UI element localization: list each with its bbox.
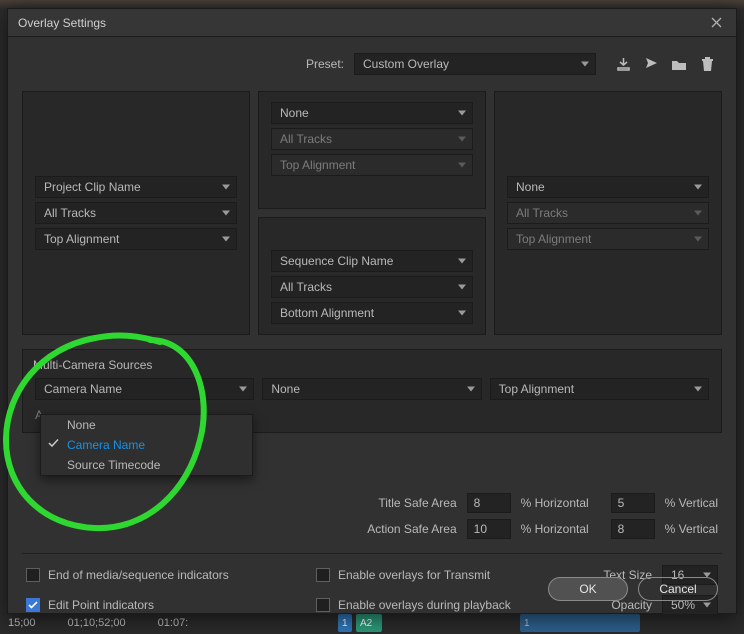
close-icon — [711, 17, 722, 28]
import-preset-button[interactable] — [614, 56, 632, 72]
backdrop-time-b: 01;10;52;00 — [68, 617, 126, 629]
left-mode-select[interactable]: Project Clip Name — [35, 176, 237, 198]
pct-horizontal-label: % Horizontal — [521, 496, 601, 510]
backdrop-chip-a2: A2 — [356, 614, 382, 632]
topcenter-mode-value: None — [280, 106, 309, 120]
title-safe-v-input[interactable]: 5 — [611, 493, 655, 513]
topcenter-align-select: Top Alignment — [271, 154, 473, 176]
send-icon — [644, 57, 659, 71]
botcenter-align-value: Bottom Alignment — [280, 306, 374, 320]
action-safe-v-input[interactable]: 8 — [611, 519, 655, 539]
preset-value: Custom Overlay — [363, 57, 449, 71]
dropdown-option-none-label: None — [67, 418, 96, 432]
title-safe-h-input[interactable]: 8 — [467, 493, 511, 513]
topcenter-tracks-select: All Tracks — [271, 128, 473, 150]
end-of-media-checkbox[interactable]: End of media/sequence indicators — [26, 565, 316, 585]
topcenter-tracks-value: All Tracks — [280, 132, 332, 146]
multicam-source-dropdown[interactable]: None Camera Name Source Timecode — [40, 414, 253, 476]
right-mode-select[interactable]: None — [507, 176, 709, 198]
overlay-panel-bottom-center: Sequence Clip Name All Tracks Bottom Ali… — [258, 217, 486, 335]
dropdown-option-camera-name-label: Camera Name — [67, 438, 145, 452]
botcenter-mode-value: Sequence Clip Name — [280, 254, 393, 268]
titlebar: Overlay Settings — [8, 9, 736, 37]
divider — [22, 553, 722, 554]
left-align-value: Top Alignment — [44, 232, 119, 246]
right-align-select: Top Alignment — [507, 228, 709, 250]
topcenter-mode-select[interactable]: None — [271, 102, 473, 124]
end-of-media-label: End of media/sequence indicators — [48, 568, 229, 582]
action-safe-label: Action Safe Area — [361, 522, 457, 536]
overlay-settings-dialog: Overlay Settings Preset: Custom Overlay — [7, 8, 737, 614]
dropdown-option-source-timecode[interactable]: Source Timecode — [41, 455, 252, 475]
dropdown-option-camera-name[interactable]: Camera Name — [41, 435, 252, 455]
pct-horizontal-label-2: % Horizontal — [521, 522, 601, 536]
multicam-source-select[interactable]: Camera Name — [35, 378, 254, 400]
overlay-panel-top-center: None All Tracks Top Alignment — [258, 91, 486, 209]
left-tracks-value: All Tracks — [44, 206, 96, 220]
left-align-select[interactable]: Top Alignment — [35, 228, 237, 250]
backdrop-time-a: 15;00 — [8, 617, 36, 629]
multicam-align-select[interactable]: Top Alignment — [490, 378, 709, 400]
backdrop-chip-2: 1 — [520, 614, 640, 632]
edit-point-checkbox[interactable]: Edit Point indicators — [26, 595, 316, 615]
pct-vertical-label-2: % Vertical — [665, 522, 718, 536]
left-tracks-select[interactable]: All Tracks — [35, 202, 237, 224]
check-icon — [48, 438, 59, 452]
new-preset-button[interactable] — [670, 56, 688, 72]
enable-playback-label: Enable overlays during playback — [338, 598, 511, 612]
export-preset-button[interactable] — [642, 56, 660, 72]
botcenter-align-select[interactable]: Bottom Alignment — [271, 302, 473, 324]
trash-icon — [701, 57, 714, 72]
botcenter-tracks-value: All Tracks — [280, 280, 332, 294]
title-safe-row: Title Safe Area 8 % Horizontal 5 % Verti… — [361, 493, 718, 513]
overlay-panel-right: None All Tracks Top Alignment — [494, 91, 722, 335]
folder-icon — [671, 58, 687, 71]
pct-vertical-label: % Vertical — [665, 496, 718, 510]
edit-point-label: Edit Point indicators — [48, 598, 154, 612]
multi-camera-header: Multi-Camera Sources — [23, 350, 721, 378]
preset-select[interactable]: Custom Overlay — [354, 53, 596, 75]
multicam-display-select[interactable]: None — [262, 378, 481, 400]
dropdown-option-source-timecode-label: Source Timecode — [67, 458, 160, 472]
botcenter-mode-select[interactable]: Sequence Clip Name — [271, 250, 473, 272]
download-icon — [616, 57, 631, 71]
backdrop-time-c: 01:07: — [158, 617, 189, 629]
multicam-display-value: None — [271, 382, 300, 396]
delete-preset-button[interactable] — [698, 56, 716, 72]
action-safe-h-input[interactable]: 10 — [467, 519, 511, 539]
right-tracks-select: All Tracks — [507, 202, 709, 224]
right-tracks-value: All Tracks — [516, 206, 568, 220]
dialog-title: Overlay Settings — [18, 16, 702, 30]
botcenter-tracks-select[interactable]: All Tracks — [271, 276, 473, 298]
multicam-source-value: Camera Name — [44, 382, 122, 396]
preset-label: Preset: — [8, 57, 344, 71]
dropdown-option-none[interactable]: None — [41, 415, 252, 435]
enable-transmit-label: Enable overlays for Transmit — [338, 568, 490, 582]
left-mode-value: Project Clip Name — [44, 180, 141, 194]
right-align-value: Top Alignment — [516, 232, 591, 246]
ok-button[interactable]: OK — [548, 577, 628, 601]
right-mode-value: None — [516, 180, 545, 194]
cancel-button[interactable]: Cancel — [638, 577, 718, 601]
backdrop-chip-1: 1 — [338, 614, 352, 632]
overlay-panel-left: Project Clip Name All Tracks Top Alignme… — [22, 91, 250, 335]
action-safe-row: Action Safe Area 10 % Horizontal 8 % Ver… — [361, 519, 718, 539]
close-button[interactable] — [702, 13, 730, 33]
title-safe-label: Title Safe Area — [361, 496, 457, 510]
topcenter-align-value: Top Alignment — [280, 158, 355, 172]
multicam-align-value: Top Alignment — [499, 382, 574, 396]
